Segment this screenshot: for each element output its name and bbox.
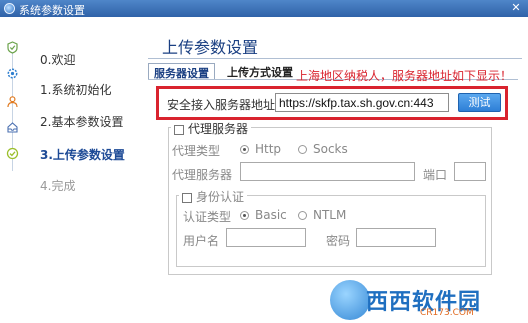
- shield-check-icon: [7, 41, 18, 54]
- page-title: 上传参数设置: [162, 38, 259, 57]
- proxy-checkbox[interactable]: [174, 124, 184, 135]
- window-title: 系统参数设置: [19, 4, 85, 17]
- username-label: 用户名: [183, 234, 220, 248]
- watermark-sub: CR173.COM: [420, 308, 474, 318]
- proxy-server-label: 代理服务器: [172, 168, 233, 182]
- proxy-server-input[interactable]: [240, 162, 415, 181]
- app-icon: [4, 3, 15, 14]
- auth-legend-label: 身份认证: [196, 190, 245, 204]
- auth-checkbox[interactable]: [182, 192, 192, 203]
- gear-icon: [7, 68, 18, 79]
- step-sidebar: 0.欢迎 1.系统初始化 2.基本参数设置 3.上传参数设置 4.完成: [0, 17, 142, 323]
- step-basic-params: 2.基本参数设置: [40, 115, 124, 129]
- tray-icon: [7, 122, 18, 133]
- server-address-input[interactable]: [275, 93, 449, 112]
- watermark: 西西软件园 CR173.COM: [330, 280, 526, 320]
- port-label: 端口: [423, 168, 448, 182]
- username-input[interactable]: [226, 228, 306, 247]
- step-welcome: 0.欢迎: [40, 53, 76, 67]
- check-circle-icon: [6, 147, 19, 160]
- step-upload-params: 3.上传参数设置: [40, 148, 125, 162]
- radio-http[interactable]: [240, 145, 249, 154]
- port-input[interactable]: [454, 162, 486, 181]
- user-icon: [7, 96, 18, 108]
- shanghai-notice: 上海地区纳税人，服务器地址如下显示！: [296, 69, 513, 83]
- title-bar: 系统参数设置 ✕: [0, 0, 528, 17]
- password-input[interactable]: [356, 228, 436, 247]
- password-label: 密码: [326, 234, 351, 248]
- proxy-legend[interactable]: 代理服务器: [171, 120, 252, 137]
- proxy-legend-label: 代理服务器: [188, 122, 249, 136]
- server-address-label: 安全接入服务器地址:: [167, 98, 280, 112]
- radio-socks-label: Socks: [313, 142, 348, 156]
- radio-socks[interactable]: [298, 145, 307, 154]
- tab-server-settings[interactable]: 服务器设置: [148, 63, 215, 80]
- step-system-init: 1.系统初始化: [40, 83, 112, 97]
- divider: [148, 58, 522, 59]
- step-finish: 4.完成: [40, 179, 76, 193]
- radio-http-label: Http: [255, 142, 282, 156]
- main-panel: 上传参数设置 服务器设置 上传方式设置 上海地区纳税人，服务器地址如下显示！ 安…: [142, 17, 528, 323]
- radio-ntlm-label: NTLM: [313, 208, 347, 222]
- auth-legend[interactable]: 身份认证: [179, 188, 248, 205]
- radio-ntlm[interactable]: [298, 211, 307, 220]
- radio-basic-label: Basic: [255, 208, 287, 222]
- radio-basic[interactable]: [240, 211, 249, 220]
- auth-group: [176, 195, 486, 267]
- tab-upload-mode[interactable]: 上传方式设置: [222, 63, 298, 80]
- watermark-logo-icon: [330, 280, 370, 320]
- close-button[interactable]: ✕: [508, 1, 524, 15]
- test-button[interactable]: 测试: [458, 93, 501, 112]
- proxy-type-label: 代理类型: [172, 144, 221, 158]
- auth-type-label: 认证类型: [183, 210, 232, 224]
